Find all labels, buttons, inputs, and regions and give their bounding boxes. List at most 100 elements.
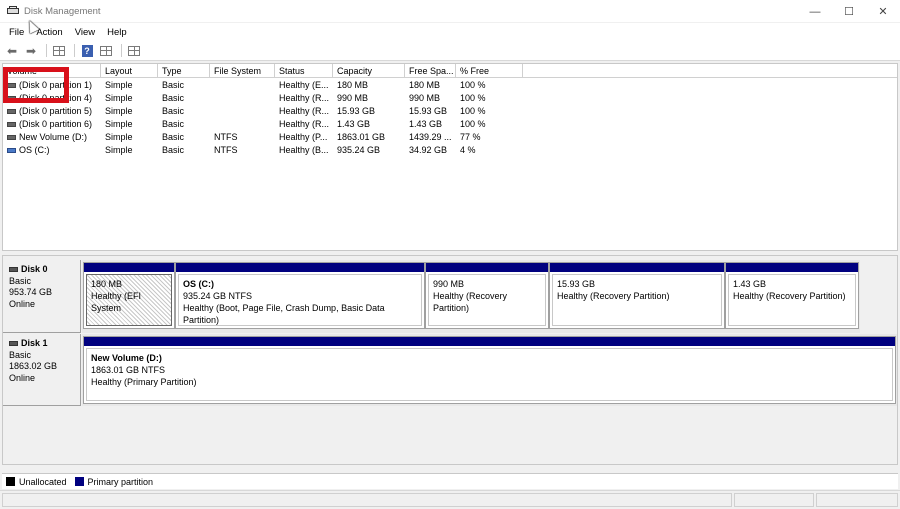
primary-partition-bar <box>84 263 174 272</box>
drive-icon <box>7 121 16 127</box>
type-cell: Basic <box>162 145 185 155</box>
type-cell: Basic <box>162 93 185 103</box>
volume-name: OS (C:) <box>19 145 50 155</box>
partition-efi[interactable]: 180 MB Healthy (EFI System <box>83 262 175 329</box>
volume-name-cell: (Disk 0 partition 6) <box>3 118 101 131</box>
partition-size: 990 MB <box>433 279 465 289</box>
list-view-button[interactable] <box>51 44 67 58</box>
title-bar: Disk Management — ☐ ✕ <box>0 0 900 23</box>
window-title: Disk Management <box>24 5 101 17</box>
disk-kind: Basic <box>9 349 32 360</box>
console-button[interactable] <box>126 44 142 58</box>
capacity-cell: 935.24 GB <box>337 145 381 155</box>
disk-0-label[interactable]: Disk 0 Basic 953.74 GB Online <box>3 260 81 333</box>
partition-size: 180 MB <box>91 279 123 289</box>
status-cell: Healthy (B... <box>279 145 329 155</box>
menu-help[interactable]: Help <box>101 27 133 38</box>
disk-icon <box>9 267 18 273</box>
percent-free-cell: 100 % <box>460 80 486 90</box>
column-percent-free[interactable]: % Free <box>456 64 523 78</box>
properties-button[interactable] <box>98 44 114 58</box>
menu-view[interactable]: View <box>69 27 101 38</box>
volume-row[interactable]: New Volume (D:) Simple Basic NTFS Health… <box>3 131 897 144</box>
partition-name: New Volume (D:) <box>91 353 162 363</box>
legend-unallocated: Unallocated <box>19 476 67 487</box>
percent-free-cell: 100 % <box>460 93 486 103</box>
highlight-annotation <box>3 67 69 103</box>
volume-row[interactable]: OS (C:) Simple Basic NTFS Healthy (B... … <box>3 144 897 157</box>
layout-cell: Simple <box>105 145 133 155</box>
menu-bar: File Action View Help <box>0 23 900 41</box>
primary-partition-bar <box>84 337 895 346</box>
partition-recovery-4[interactable]: 990 MB Healthy (Recovery Partition) <box>425 262 549 329</box>
free-space-cell: 34.92 GB <box>409 145 448 155</box>
disk-size: 953.74 GB <box>9 287 53 297</box>
maximize-button[interactable]: ☐ <box>832 0 866 23</box>
disk-management-icon <box>7 6 19 16</box>
partition-name: OS (C:) <box>183 279 214 289</box>
partition-os-c[interactable]: OS (C:) 935.24 GB NTFS Healthy (Boot, Pa… <box>175 262 425 329</box>
volume-list-header: Volume Layout Type File System Status Ca… <box>3 64 897 78</box>
partition-status: Healthy (Recovery Partition) <box>557 291 670 301</box>
disk-name: Disk 0 <box>21 264 48 274</box>
console-icon <box>128 45 140 56</box>
fs-cell: NTFS <box>214 132 238 142</box>
toolbar-separator <box>74 44 75 57</box>
fs-cell: NTFS <box>214 145 238 155</box>
volume-row[interactable]: (Disk 0 partition 5) Simple Basic Health… <box>3 105 897 118</box>
disk-size: 1863.02 GB <box>9 361 58 371</box>
type-cell: Basic <box>162 106 185 116</box>
disk-icon <box>9 341 18 347</box>
volume-row[interactable]: (Disk 0 partition 4) Simple Basic Health… <box>3 92 897 105</box>
partition-size: 935.24 GB NTFS <box>183 291 253 301</box>
column-free-space[interactable]: Free Spa... <box>405 64 456 78</box>
free-space-cell: 1.43 GB <box>409 119 443 129</box>
primary-partition-bar <box>726 263 858 272</box>
column-file-system[interactable]: File System <box>210 64 275 78</box>
drive-icon <box>7 108 16 114</box>
toolbar-separator <box>121 44 122 57</box>
partition-body: 180 MB Healthy (EFI System <box>86 274 172 326</box>
status-bar <box>0 490 900 509</box>
forward-arrow-icon[interactable]: ➡ <box>23 44 39 58</box>
column-capacity[interactable]: Capacity <box>333 64 405 78</box>
status-cell: Healthy (R... <box>279 93 330 103</box>
layout-cell: Simple <box>105 93 133 103</box>
partition-recovery-6[interactable]: 1.43 GB Healthy (Recovery Partition) <box>725 262 859 329</box>
os-drive-icon <box>7 147 16 153</box>
volume-name-cell: (Disk 0 partition 5) <box>3 105 101 118</box>
partition-new-volume-d[interactable]: New Volume (D:) 1863.01 GB NTFS Healthy … <box>83 336 896 404</box>
disk-kind: Basic <box>9 275 32 286</box>
column-status[interactable]: Status <box>275 64 333 78</box>
volume-name-cell: New Volume (D:) <box>3 131 101 144</box>
fs-cell <box>210 92 214 105</box>
primary-partition-bar <box>176 263 424 272</box>
volume-row[interactable]: (Disk 0 partition 6) Simple Basic Health… <box>3 118 897 131</box>
help-button[interactable]: ? <box>79 44 95 58</box>
column-type[interactable]: Type <box>158 64 210 78</box>
drive-icon <box>7 134 16 140</box>
close-button[interactable]: ✕ <box>866 0 900 23</box>
partition-status: Healthy (EFI System <box>91 291 142 313</box>
volume-row[interactable]: (Disk 0 partition 1) Simple Basic Health… <box>3 79 897 92</box>
partition-size: 1.43 GB <box>733 279 767 289</box>
disk-1-label[interactable]: Disk 1 Basic 1863.02 GB Online <box>3 334 81 406</box>
percent-free-cell: 100 % <box>460 119 486 129</box>
volume-name: (Disk 0 partition 5) <box>19 106 93 116</box>
partition-status: Healthy (Boot, Page File, Crash Dump, Ba… <box>183 303 385 325</box>
status-cell: Healthy (P... <box>279 132 328 142</box>
disk-name: Disk 1 <box>21 338 48 348</box>
status-cell: Healthy (E... <box>279 80 329 90</box>
column-layout[interactable]: Layout <box>101 64 158 78</box>
partition-body: OS (C:) 935.24 GB NTFS Healthy (Boot, Pa… <box>178 274 422 326</box>
partition-status: Healthy (Primary Partition) <box>91 377 197 387</box>
minimize-button[interactable]: — <box>798 0 832 23</box>
partition-recovery-5[interactable]: 15.93 GB Healthy (Recovery Partition) <box>549 262 725 329</box>
partition-body: New Volume (D:) 1863.01 GB NTFS Healthy … <box>86 348 893 401</box>
legend-primary-partition: Primary partition <box>87 476 154 487</box>
properties-icon <box>100 45 112 56</box>
back-arrow-icon[interactable]: ⬅ <box>4 44 20 58</box>
menu-file[interactable]: File <box>3 27 30 38</box>
free-space-cell: 1439.29 ... <box>409 132 452 142</box>
status-cell: Healthy (R... <box>279 106 330 116</box>
